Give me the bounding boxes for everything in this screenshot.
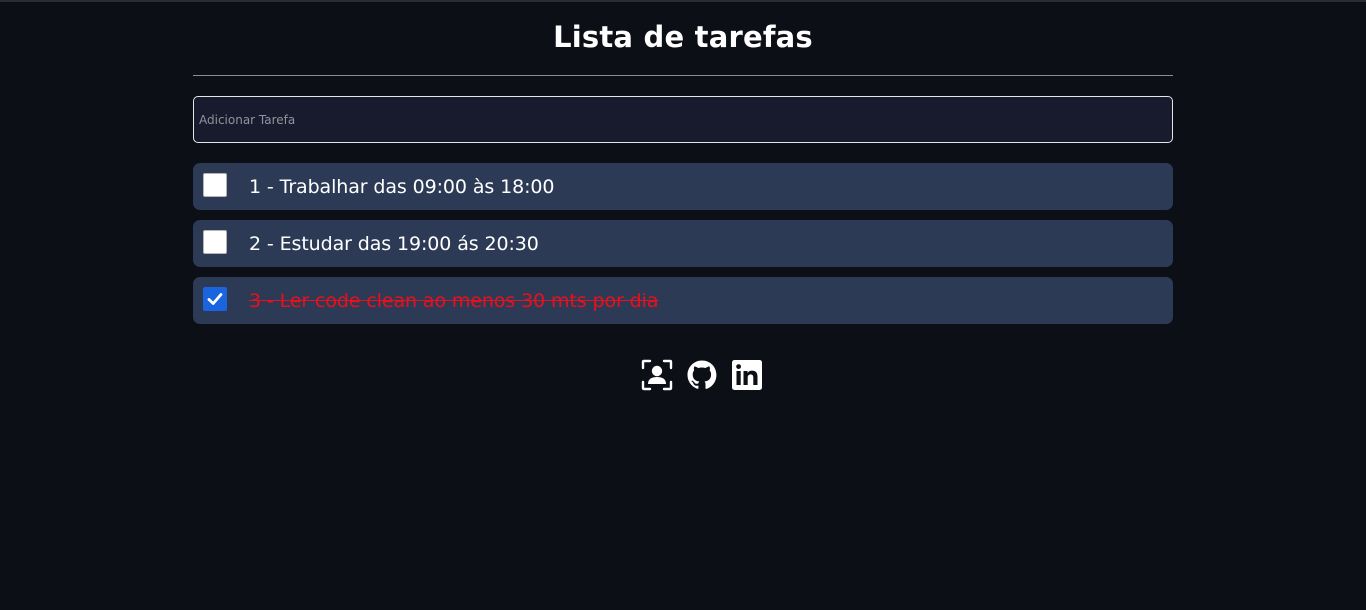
github-icon: [687, 360, 717, 389]
linkedin-link[interactable]: [731, 359, 763, 391]
task-label: 2 - Estudar das 19:00 ás 20:30: [249, 232, 539, 255]
task-label: 3 - Ler code clean ao menos 30 mts por d…: [249, 289, 659, 312]
page-title: Lista de tarefas: [553, 20, 813, 54]
todo-app: Lista de tarefas 1 - Trabalhar das 09:00…: [193, 0, 1173, 334]
task-item[interactable]: 3 - Ler code clean ao menos 30 mts por d…: [193, 277, 1173, 324]
task-checkbox[interactable]: [203, 229, 227, 254]
linkedin-icon: [732, 360, 762, 390]
github-link[interactable]: [686, 359, 718, 391]
checkmark-icon: [207, 292, 223, 305]
social-links: [641, 359, 763, 391]
portfolio-icon: [641, 359, 673, 391]
task-item[interactable]: 1 - Trabalhar das 09:00 às 18:00: [193, 163, 1173, 210]
add-task-input[interactable]: [193, 96, 1173, 143]
task-checkbox[interactable]: [203, 286, 227, 311]
task-checkbox[interactable]: [203, 172, 227, 197]
portfolio-link[interactable]: [641, 359, 673, 391]
task-item[interactable]: 2 - Estudar das 19:00 ás 20:30: [193, 220, 1173, 267]
task-list: 1 - Trabalhar das 09:00 às 18:00 2 - Est…: [193, 163, 1173, 324]
title-divider: [193, 75, 1173, 76]
task-label: 1 - Trabalhar das 09:00 às 18:00: [249, 175, 555, 198]
